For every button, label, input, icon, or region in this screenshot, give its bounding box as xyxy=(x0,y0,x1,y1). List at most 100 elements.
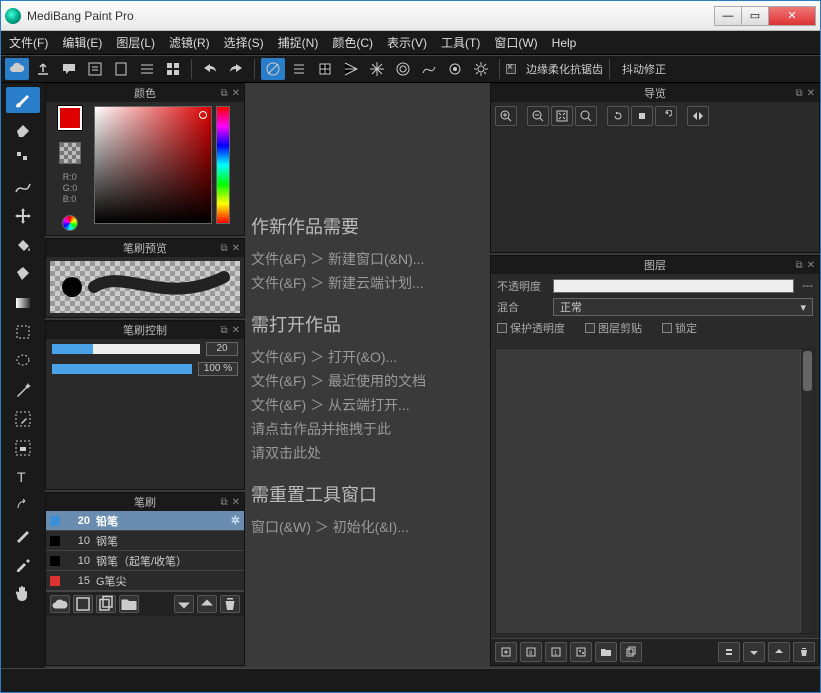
blend-mode-select[interactable]: 正常▾ xyxy=(553,298,813,316)
note-button[interactable] xyxy=(83,58,107,80)
menu-window[interactable]: 窗口(W) xyxy=(494,34,537,51)
brush-row[interactable]: 15G笔尖 xyxy=(46,571,244,591)
select-lasso-tool[interactable] xyxy=(6,348,40,374)
layer-dup-button[interactable] xyxy=(620,642,642,662)
brush-row[interactable]: 20铅笔✲ xyxy=(46,511,244,531)
list-button[interactable] xyxy=(135,58,159,80)
undock-icon[interactable]: ⧉ xyxy=(795,88,802,99)
rotate-ccw-button[interactable] xyxy=(607,106,629,126)
palette-icon[interactable] xyxy=(62,215,78,231)
close-button[interactable]: ✕ xyxy=(768,6,816,26)
rotate-cw-button[interactable] xyxy=(655,106,677,126)
snap-curve-button[interactable] xyxy=(417,58,441,80)
brush-tool[interactable] xyxy=(6,87,40,113)
upload-button[interactable] xyxy=(31,58,55,80)
close-panel-icon[interactable]: ✕ xyxy=(807,260,815,271)
snap-config-button[interactable] xyxy=(443,58,467,80)
eyedropper-tool[interactable] xyxy=(6,551,40,577)
brush-add-button[interactable] xyxy=(73,595,93,613)
layer-merge-button[interactable] xyxy=(718,642,740,662)
flip-button[interactable] xyxy=(687,106,709,126)
canvas-area[interactable]: 作新作品需要 文件(&F) ＞ 新建窗口(&N)... 文件(&F) ＞ 新建云… xyxy=(245,83,490,668)
opacity-slider[interactable] xyxy=(52,364,192,374)
menu-file[interactable]: 文件(F) xyxy=(9,34,48,51)
undock-icon[interactable]: ⧉ xyxy=(220,88,227,99)
layer-halftone-button[interactable] xyxy=(570,642,592,662)
snap-vanish-button[interactable] xyxy=(339,58,363,80)
close-panel-icon[interactable]: ✕ xyxy=(807,88,815,99)
menu-select[interactable]: 选择(S) xyxy=(224,34,264,51)
lock-checkbox[interactable]: 锁定 xyxy=(662,320,697,336)
shape-brush-tool[interactable] xyxy=(6,174,40,200)
menu-color[interactable]: 颜色(C) xyxy=(332,34,373,51)
protect-alpha-checkbox[interactable]: 保护透明度 xyxy=(497,320,565,336)
zoom-in-button[interactable] xyxy=(495,106,517,126)
layer-new1-button[interactable]: 1 xyxy=(545,642,567,662)
select-rect-tool[interactable] xyxy=(6,319,40,345)
gradient-tool[interactable] xyxy=(6,290,40,316)
close-panel-icon[interactable]: ✕ xyxy=(232,325,240,336)
layer-list[interactable] xyxy=(495,348,815,634)
comment-button[interactable] xyxy=(57,58,81,80)
eraser-tool[interactable] xyxy=(6,116,40,142)
snap-circle-button[interactable] xyxy=(391,58,415,80)
brush-row[interactable]: 10钢笔 xyxy=(46,531,244,551)
undock-icon[interactable]: ⧉ xyxy=(220,325,227,336)
layer-delete-button[interactable] xyxy=(793,642,815,662)
grid-button[interactable] xyxy=(161,58,185,80)
foreground-swatch[interactable] xyxy=(58,106,82,130)
dot-tool[interactable] xyxy=(6,145,40,171)
close-panel-icon[interactable]: ✕ xyxy=(232,497,240,508)
zoom-out-button[interactable] xyxy=(527,106,549,126)
opacity-value[interactable]: 100 % xyxy=(198,362,238,376)
brush-row[interactable]: 10钢笔（起笔/收笔） xyxy=(46,551,244,571)
selecterase-tool[interactable] xyxy=(6,435,40,461)
layer-new8-button[interactable]: 8 xyxy=(520,642,542,662)
rotate-reset-button[interactable] xyxy=(631,106,653,126)
menu-layer[interactable]: 图层(L) xyxy=(116,34,155,51)
brush-folder-button[interactable] xyxy=(119,595,139,613)
brush-cloud-button[interactable] xyxy=(50,595,70,613)
hand-tool[interactable] xyxy=(6,580,40,606)
menu-tool[interactable]: 工具(T) xyxy=(441,34,480,51)
layer-scrollbar[interactable] xyxy=(800,349,814,633)
close-panel-icon[interactable]: ✕ xyxy=(232,243,240,254)
menu-view[interactable]: 表示(V) xyxy=(387,34,427,51)
transparent-swatch[interactable] xyxy=(59,142,81,164)
magicwand-tool[interactable] xyxy=(6,377,40,403)
close-panel-icon[interactable]: ✕ xyxy=(232,88,240,99)
minimize-button[interactable]: — xyxy=(714,6,742,26)
snap-off-button[interactable] xyxy=(261,58,285,80)
snap-settings-button[interactable] xyxy=(469,58,493,80)
color-field[interactable] xyxy=(94,106,212,224)
brush-up-button[interactable] xyxy=(197,595,217,613)
undo-button[interactable] xyxy=(198,58,222,80)
cloud-button[interactable] xyxy=(5,58,29,80)
layer-folder-button[interactable] xyxy=(595,642,617,662)
antialias-checkbox[interactable] xyxy=(506,64,518,74)
clipping-checkbox[interactable]: 图层剪贴 xyxy=(585,320,642,336)
fit-button[interactable] xyxy=(551,106,573,126)
divide-tool[interactable] xyxy=(6,522,40,548)
maximize-button[interactable]: ▭ xyxy=(741,6,769,26)
selectpen-tool[interactable] xyxy=(6,406,40,432)
text-tool[interactable]: T xyxy=(6,464,40,490)
undock-icon[interactable]: ⧉ xyxy=(220,243,227,254)
snap-parallel-button[interactable] xyxy=(287,58,311,80)
snap-grid-button[interactable] xyxy=(313,58,337,80)
redo-button[interactable] xyxy=(224,58,248,80)
fill-tool[interactable] xyxy=(6,232,40,258)
size-value[interactable]: 20 xyxy=(206,342,238,356)
menu-edit[interactable]: 编辑(E) xyxy=(62,34,102,51)
move-tool[interactable] xyxy=(6,203,40,229)
layer-opacity-slider[interactable] xyxy=(553,279,794,293)
layer-down-button[interactable] xyxy=(743,642,765,662)
snap-radial-button[interactable] xyxy=(365,58,389,80)
brush-down-button[interactable] xyxy=(174,595,194,613)
undock-icon[interactable]: ⧉ xyxy=(220,497,227,508)
layer-new-button[interactable] xyxy=(495,642,517,662)
undock-icon[interactable]: ⧉ xyxy=(795,260,802,271)
brush-dup-button[interactable] xyxy=(96,595,116,613)
zoom100-button[interactable] xyxy=(575,106,597,126)
hue-bar[interactable] xyxy=(216,106,230,224)
